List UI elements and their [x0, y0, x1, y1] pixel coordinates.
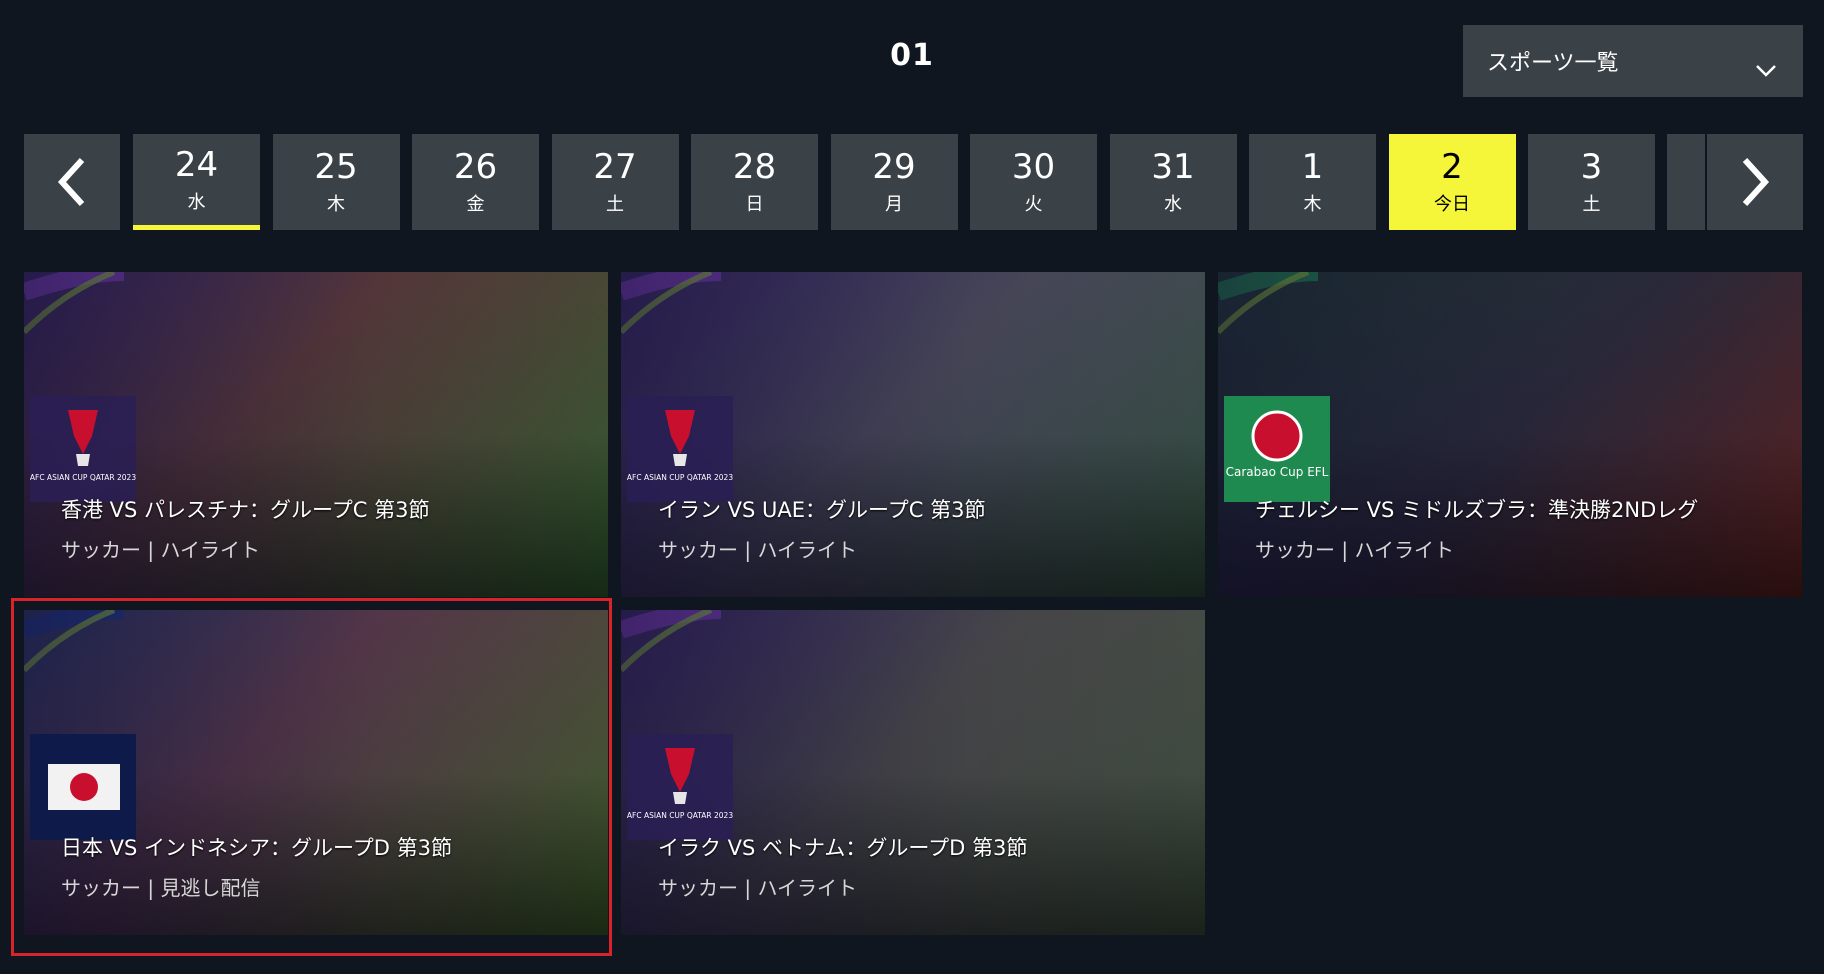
date-number: 31	[1151, 147, 1195, 187]
card-title: 日本 VS インドネシア：グループD 第3節	[61, 836, 452, 860]
date-number: 26	[453, 147, 498, 187]
date-tile-3[interactable]: 3土	[1528, 134, 1655, 230]
date-weekday: 今日	[1434, 194, 1470, 215]
date-weekday: 木	[327, 194, 345, 215]
card-meta: サッカー | 見逃し配信	[61, 876, 261, 900]
date-tile-30[interactable]: 30 火	[970, 134, 1097, 230]
date-weekday: 火	[1024, 194, 1043, 215]
date-tile-28[interactable]: 28 日	[691, 134, 818, 230]
afc-asian-cup-logo-icon: AFC ASIAN CUP QATAR 2023	[30, 396, 136, 502]
date-tile-26[interactable]: 26 金	[412, 134, 539, 230]
sport-select-dropdown[interactable]: スポーツ一覧	[1463, 25, 1803, 97]
date-number: 30	[1011, 147, 1056, 187]
date-tile-29[interactable]: 29 月	[830, 134, 958, 230]
date-number: 29	[872, 147, 916, 187]
sport-select-label: スポーツ一覧	[1487, 51, 1619, 76]
card-title: 香港 VS パレスチナ：グループC 第3節	[61, 498, 430, 522]
date-tile-31[interactable]: 31 水	[1109, 134, 1237, 230]
afc-asian-cup-logo-text: AFC ASIAN CUP QATAR 2023	[627, 473, 733, 482]
chevron-down-icon	[1756, 65, 1776, 77]
date-weekday: 木	[1303, 194, 1322, 215]
video-card[interactable]: AFC ASIAN CUP QATAR 2023 イラン VS UAE：グループC…	[621, 272, 1205, 597]
date-number: 3	[1580, 147, 1603, 187]
next-dates-button[interactable]	[1707, 134, 1803, 230]
date-tile-25[interactable]: 25 木	[272, 134, 400, 230]
card-meta: サッカー | ハイライト	[61, 538, 261, 562]
date-tile-partial[interactable]	[1667, 134, 1705, 230]
chevron-left-icon	[57, 157, 85, 207]
afc-asian-cup-logo-text: AFC ASIAN CUP QATAR 2023	[627, 811, 733, 820]
date-tile-24[interactable]: 24 水	[133, 134, 260, 230]
date-number: 28	[732, 147, 777, 187]
date-tile-1[interactable]: 1木	[1249, 134, 1376, 230]
video-card[interactable]: AFC ASIAN CUP QATAR 2023 香港 VS パレスチナ：グループ…	[24, 272, 608, 597]
date-number: 25	[314, 147, 358, 187]
date-number: 24	[174, 144, 219, 185]
date-weekday: 水	[187, 191, 206, 213]
date-weekday: 土	[1582, 194, 1601, 215]
card-meta: サッカー | ハイライト	[658, 876, 858, 900]
date-number: 27	[593, 147, 637, 187]
date-weekday: 水	[1164, 194, 1182, 215]
date-weekday: 日	[745, 194, 764, 215]
date-number: 2	[1441, 147, 1463, 187]
carabao-cup-logo-text: Carabao Cup EFL	[1226, 465, 1329, 479]
video-card[interactable]: Carabao Cup EFL チェルシー VS ミドルズブラ：準決勝2NDレグサ…	[1218, 272, 1802, 597]
card-title: チェルシー VS ミドルズブラ：準決勝2NDレグ	[1255, 498, 1699, 522]
carabao-cup-logo-icon: Carabao Cup EFL	[1224, 396, 1330, 502]
card-title: イラク VS ベトナム：グループD 第3節	[658, 836, 1028, 860]
chevron-right-icon	[1742, 157, 1770, 207]
date-weekday: 月	[885, 194, 903, 215]
date-tile-2[interactable]: 2 今日	[1388, 134, 1516, 230]
card-meta: サッカー | ハイライト	[658, 538, 858, 562]
date-weekday: 土	[606, 194, 624, 215]
prev-dates-button[interactable]	[24, 134, 120, 230]
afc-asian-cup-logo-icon: AFC ASIAN CUP QATAR 2023	[627, 734, 733, 840]
japan-flag-icon	[30, 734, 136, 840]
date-weekday: 金	[466, 194, 485, 215]
card-title: イラン VS UAE：グループC 第3節	[658, 498, 986, 522]
video-card[interactable]: AFC ASIAN CUP QATAR 2023 イラク VS ベトナム：グループ…	[621, 610, 1205, 935]
afc-asian-cup-logo-icon: AFC ASIAN CUP QATAR 2023	[627, 396, 733, 502]
date-number: 1	[1301, 147, 1324, 187]
afc-asian-cup-logo-text: AFC ASIAN CUP QATAR 2023	[30, 473, 136, 482]
video-card[interactable]: 日本 VS インドネシア：グループD 第3節 サッカー | 見逃し配信	[24, 610, 608, 935]
card-meta: サッカー | ハイライト	[1255, 538, 1455, 562]
date-strip: 24 水 25 木 26 金 27 土 28 日 29 月 30 火 31 水 1 木 2 今日 3 土	[24, 134, 1803, 230]
date-tile-27[interactable]: 27 土	[551, 134, 679, 230]
